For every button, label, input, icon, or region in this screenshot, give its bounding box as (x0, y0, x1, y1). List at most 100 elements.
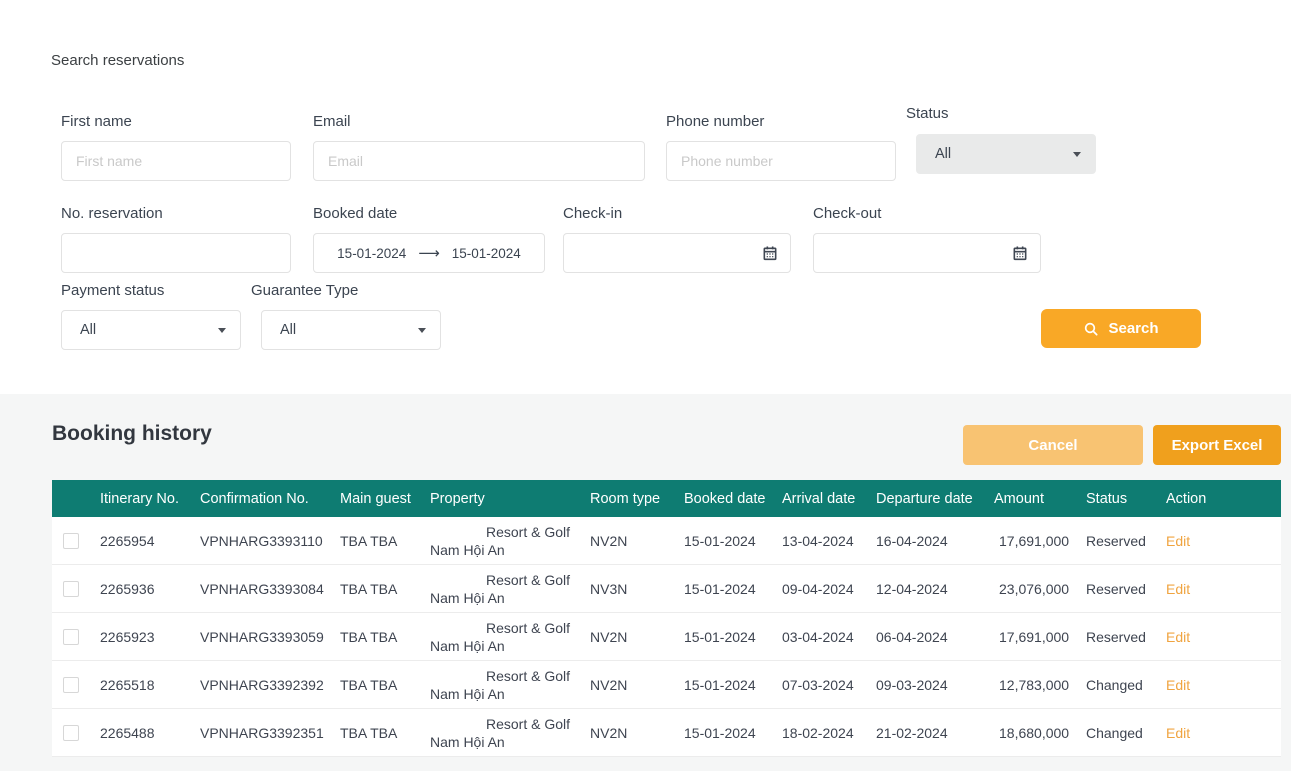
first-name-group: First name (61, 113, 291, 181)
booked-date-group: Booked date 15-01-2024 ⟶ 15-01-2024 (313, 205, 545, 273)
header-property: Property (430, 491, 590, 507)
cell-property: Resort & Golf Nam Hội An (430, 667, 570, 703)
status-dropdown[interactable]: All (916, 134, 1096, 174)
check-out-group: Check-out (813, 205, 1041, 273)
row-checkbox[interactable] (63, 725, 79, 741)
cell-property: Resort & Golf Nam Hội An (430, 715, 570, 751)
payment-status-dropdown[interactable]: All (61, 310, 241, 350)
phone-input[interactable] (666, 141, 896, 181)
check-in-group: Check-in (563, 205, 791, 273)
phone-label: Phone number (666, 113, 896, 130)
edit-link[interactable]: Edit (1166, 533, 1190, 549)
edit-link[interactable]: Edit (1166, 629, 1190, 645)
chevron-down-icon (1073, 152, 1081, 157)
cell-confirmation-no: VPNHARG3393110 (200, 533, 340, 549)
cell-booked-date: 15-01-2024 (678, 581, 782, 597)
check-in-date-picker[interactable] (563, 233, 791, 273)
export-excel-button[interactable]: Export Excel (1153, 425, 1281, 465)
payment-status-label: Payment status (61, 282, 241, 299)
row-checkbox[interactable] (63, 533, 79, 549)
edit-link[interactable]: Edit (1166, 677, 1190, 693)
booked-date-range-picker[interactable]: 15-01-2024 ⟶ 15-01-2024 (313, 233, 545, 273)
cell-amount: 12,783,000 (994, 677, 1086, 693)
cell-main-guest: TBA TBA (340, 677, 430, 693)
cell-itinerary-no: 2265488 (100, 725, 200, 741)
search-reservations-title: Search reservations (51, 52, 184, 69)
row-checkbox[interactable] (63, 677, 79, 693)
date-range-arrow-icon: ⟶ (418, 246, 440, 261)
booked-date-from: 15-01-2024 (337, 246, 406, 261)
email-field[interactable] (313, 141, 645, 181)
table-row: 2265923 VPNHARG3393059 TBA TBA Resort & … (52, 613, 1281, 661)
check-out-label: Check-out (813, 205, 1041, 222)
check-out-date-picker[interactable] (813, 233, 1041, 273)
cell-departure-date: 16-04-2024 (876, 533, 994, 549)
cell-status: Changed (1086, 725, 1166, 741)
guarantee-type-dropdown[interactable]: All (261, 310, 441, 350)
reservations-page: Search reservations First name Email Pho… (0, 0, 1291, 771)
cell-room-type: NV3N (590, 581, 678, 597)
cell-status: Reserved (1086, 581, 1166, 597)
search-button[interactable]: Search (1041, 309, 1201, 348)
guarantee-type-label: Guarantee Type (251, 282, 441, 299)
phone-group: Phone number (666, 113, 896, 181)
cell-property: Resort & Golf Nam Hội An (430, 571, 570, 607)
payment-status-selected-value: All (80, 322, 96, 338)
status-label: Status (906, 105, 1096, 122)
cell-room-type: NV2N (590, 629, 678, 645)
cell-booked-date: 15-01-2024 (678, 629, 782, 645)
cell-arrival-date: 18-02-2024 (782, 725, 876, 741)
cell-amount: 17,691,000 (994, 629, 1086, 645)
chevron-down-icon (418, 328, 426, 333)
row-checkbox[interactable] (63, 581, 79, 597)
cell-main-guest: TBA TBA (340, 533, 430, 549)
reservation-no-input[interactable] (61, 233, 291, 273)
cell-confirmation-no: VPNHARG3393084 (200, 581, 340, 597)
header-status: Status (1086, 491, 1166, 507)
cell-confirmation-no: VPNHARG3392351 (200, 725, 340, 741)
status-selected-value: All (935, 146, 951, 162)
cell-amount: 23,076,000 (994, 581, 1086, 597)
cell-booked-date: 15-01-2024 (678, 725, 782, 741)
header-departure-date: Departure date (876, 491, 994, 507)
header-booked-date: Booked date (678, 491, 782, 507)
header-main-guest: Main guest (340, 491, 430, 507)
booking-history-title: Booking history (52, 422, 212, 446)
status-group: Status All (906, 105, 1096, 174)
cell-room-type: NV2N (590, 533, 678, 549)
first-name-input[interactable] (61, 141, 291, 181)
cell-confirmation-no: VPNHARG3392392 (200, 677, 340, 693)
first-name-label: First name (61, 113, 291, 130)
check-in-label: Check-in (563, 205, 791, 222)
cell-room-type: NV2N (590, 677, 678, 693)
cell-itinerary-no: 2265923 (100, 629, 200, 645)
email-label: Email (313, 113, 645, 130)
calendar-icon (762, 245, 778, 261)
table-row: 2265518 VPNHARG3392392 TBA TBA Resort & … (52, 661, 1281, 709)
cell-status: Changed (1086, 677, 1166, 693)
header-action: Action (1166, 491, 1281, 507)
booked-date-label: Booked date (313, 205, 545, 222)
cell-itinerary-no: 2265936 (100, 581, 200, 597)
cell-property: Resort & Golf Nam Hội An (430, 619, 570, 655)
booking-history-table: Itinerary No. Confirmation No. Main gues… (52, 480, 1281, 757)
cell-property: Resort & Golf Nam Hội An (430, 523, 570, 559)
table-row: 2265936 VPNHARG3393084 TBA TBA Resort & … (52, 565, 1281, 613)
booking-history-section: Booking history Cancel Export Excel Itin… (0, 394, 1291, 771)
table-header-row: Itinerary No. Confirmation No. Main gues… (52, 480, 1281, 517)
cell-arrival-date: 13-04-2024 (782, 533, 876, 549)
cancel-button[interactable]: Cancel (963, 425, 1143, 465)
cell-itinerary-no: 2265954 (100, 533, 200, 549)
header-confirmation-no: Confirmation No. (200, 491, 340, 507)
reservation-no-group: No. reservation (61, 205, 291, 273)
edit-link[interactable]: Edit (1166, 581, 1190, 597)
cell-departure-date: 09-03-2024 (876, 677, 994, 693)
row-checkbox[interactable] (63, 629, 79, 645)
cell-arrival-date: 07-03-2024 (782, 677, 876, 693)
table-row: 2265488 VPNHARG3392351 TBA TBA Resort & … (52, 709, 1281, 757)
cell-departure-date: 06-04-2024 (876, 629, 994, 645)
header-room-type: Room type (590, 491, 678, 507)
edit-link[interactable]: Edit (1166, 725, 1190, 741)
chevron-down-icon (218, 328, 226, 333)
cell-departure-date: 21-02-2024 (876, 725, 994, 741)
